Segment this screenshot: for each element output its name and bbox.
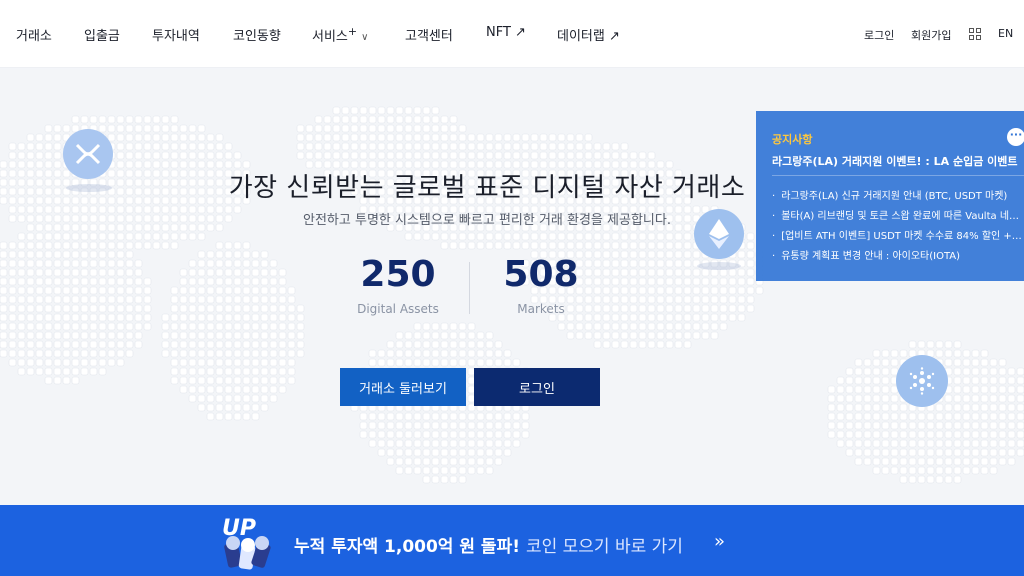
notice-item[interactable]: 볼타(A) 리브랜딩 및 토큰 스왑 완료에 따른 Vaulta 네트워크	[772, 207, 1024, 227]
notice-list: 라그랑주(LA) 신규 거래지원 안내 (BTC, USDT 마켓) 볼타(A)…	[772, 187, 1024, 267]
nav-coin-trends[interactable]: 코인동향	[233, 25, 281, 44]
notice-panel: 공지사항 라그랑주(LA) 거래지원 이벤트! : LA 순입금 이벤트 라그랑…	[756, 111, 1024, 281]
markets-label: Markets	[517, 302, 565, 316]
login-link[interactable]: 로그인	[864, 27, 894, 43]
nav-datalab[interactable]: 데이터랩 ↗	[557, 25, 620, 44]
nav-services-label: 서비스	[312, 29, 348, 45]
plus-icon: +	[347, 25, 358, 38]
nav-nft[interactable]: NFT ↗	[486, 25, 526, 40]
more-icon[interactable]: ···	[1007, 128, 1024, 146]
cardano-icon	[896, 355, 948, 407]
banner-text: 누적 투자액 1,000억 원 돌파! 코인 모으기 바로 가기	[294, 532, 683, 557]
chevron-down-icon: ∨	[361, 32, 369, 44]
top-navigation: 거래소 입출금 투자내역 코인동향 서비스+ ∨ 고객센터 NFT ↗ 데이터랩 …	[0, 0, 1024, 68]
hero-login-button[interactable]: 로그인	[474, 368, 600, 406]
markets-count: 508	[503, 254, 579, 295]
signup-link[interactable]: 회원가입	[911, 27, 951, 43]
nav-exchange[interactable]: 거래소	[16, 25, 52, 44]
nav-deposit-withdraw[interactable]: 입출금	[84, 25, 120, 44]
language-toggle[interactable]: EN	[998, 27, 1013, 40]
banner-cta-text: 코인 모으기 바로 가기	[525, 537, 683, 557]
digital-assets-label: Digital Assets	[357, 302, 439, 316]
svg-text:UP: UP	[222, 516, 256, 541]
nav-services[interactable]: 서비스+ ∨	[312, 25, 368, 44]
double-chevron-right-icon[interactable]: »	[714, 531, 725, 552]
promo-banner[interactable]: UP 누적 투자액 1,000억 원 돌파! 코인 모으기 바로 가기 »	[0, 505, 1024, 576]
notice-heading: 공지사항	[772, 133, 813, 146]
coin-shadow	[697, 262, 741, 270]
notice-highlight[interactable]: 라그랑주(LA) 거래지원 이벤트! : LA 순입금 이벤트	[772, 153, 1018, 169]
notice-item[interactable]: 라그랑주(LA) 신규 거래지원 안내 (BTC, USDT 마켓)	[772, 187, 1024, 207]
banner-headline: 누적 투자액 1,000억 원 돌파!	[294, 537, 520, 557]
notice-item[interactable]: 유통량 계획표 변경 안내 : 아이오타(IOTA)	[772, 247, 1024, 267]
notice-item[interactable]: [업비트 ATH 이벤트] USDT 마켓 수수료 84% 할인 + 페이백	[772, 227, 1024, 247]
stat-divider	[469, 262, 470, 314]
notice-divider	[772, 175, 1024, 176]
upbit-tv-logo-icon: UP	[222, 516, 271, 570]
explore-exchange-button[interactable]: 거래소 둘러보기	[340, 368, 466, 406]
app-grid-icon[interactable]	[969, 28, 981, 40]
digital-assets-count: 250	[360, 254, 436, 295]
nav-customer-center[interactable]: 고객센터	[405, 25, 453, 44]
nav-investments[interactable]: 투자내역	[152, 25, 200, 44]
